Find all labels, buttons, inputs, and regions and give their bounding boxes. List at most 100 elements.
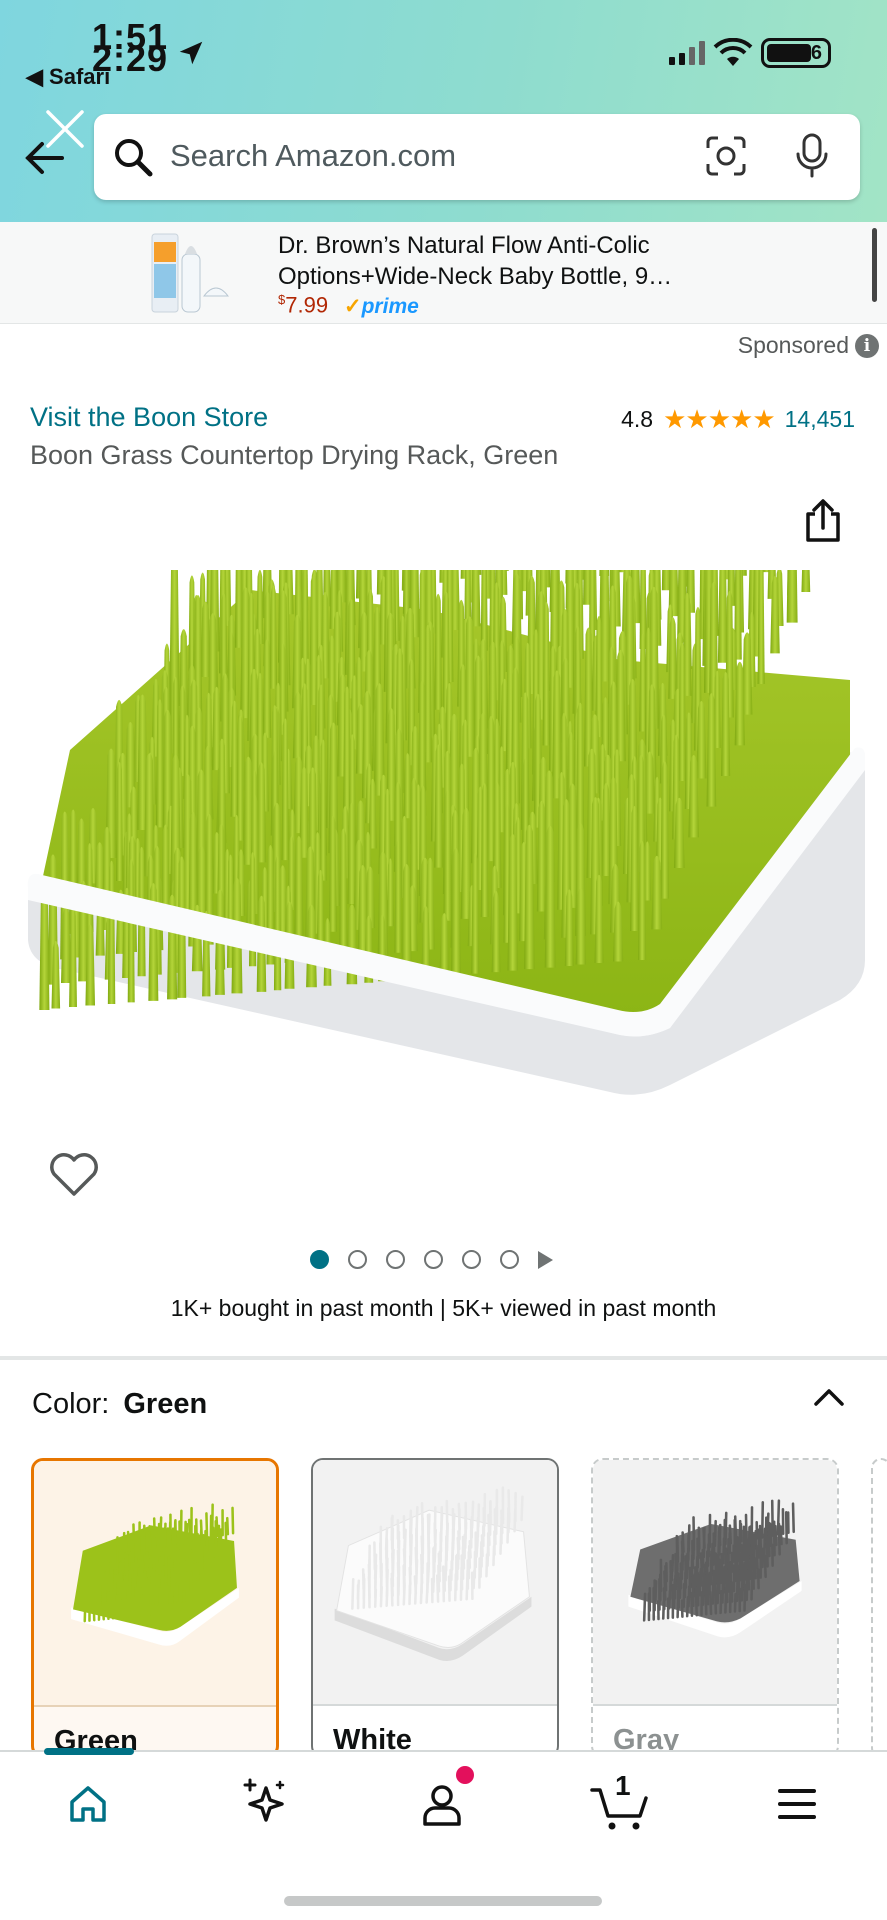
- grass-blade: [273, 855, 282, 991]
- banner-product-title[interactable]: Dr. Brown’s Natural Flow Anti-Colic Opti…: [278, 230, 718, 292]
- swatch-blade: [709, 1590, 713, 1616]
- swatch-blade: [506, 1506, 510, 1544]
- swatch-blade: [735, 1564, 740, 1603]
- search-input[interactable]: Search Amazon.com: [170, 138, 456, 174]
- rating-summary[interactable]: 4.8 ★★★★★ 14,451: [621, 404, 855, 435]
- swatch-blade: [492, 1545, 496, 1567]
- swatch-blade: [690, 1591, 694, 1617]
- swatch-image: [593, 1460, 837, 1706]
- swatch-blade: [134, 1586, 139, 1618]
- camera-lens-icon[interactable]: [704, 134, 748, 178]
- swatch-blade: [727, 1562, 731, 1593]
- swatch-image: [313, 1460, 557, 1706]
- carousel-dot[interactable]: [462, 1250, 481, 1269]
- wifi-icon: [713, 38, 753, 66]
- carousel-dot[interactable]: [500, 1250, 519, 1269]
- color-swatch-green[interactable]: Green: [31, 1458, 279, 1758]
- swatch-image: [34, 1461, 276, 1707]
- store-link[interactable]: Visit the Boon Store: [30, 402, 268, 433]
- swatch-blade: [183, 1520, 187, 1553]
- home-icon[interactable]: [66, 1782, 110, 1826]
- grass-blade: [107, 860, 116, 1004]
- swatch-blade: [164, 1547, 168, 1585]
- active-tab-indicator: [44, 1748, 134, 1755]
- grass-blade: [786, 570, 798, 623]
- swatch-blade: [111, 1588, 116, 1620]
- color-swatch-gray[interactable]: Gray: [591, 1458, 839, 1758]
- color-swatch-white[interactable]: White: [311, 1458, 559, 1758]
- carousel-dot[interactable]: [424, 1250, 443, 1269]
- menu-icon[interactable]: [776, 1786, 818, 1822]
- bottom-nav-bar: 1: [0, 1748, 887, 1920]
- grass-blade: [443, 790, 452, 921]
- search-bar[interactable]: Search Amazon.com: [94, 114, 860, 200]
- swatch-blade: [83, 1588, 87, 1623]
- swatch-blade: [472, 1569, 476, 1590]
- review-count[interactable]: 14,451: [785, 406, 855, 433]
- swatch-blade: [207, 1539, 212, 1559]
- baby-bottle-thumbnail: [151, 233, 230, 313]
- swatch-blade: [459, 1566, 463, 1601]
- account-icon[interactable]: [420, 1782, 464, 1828]
- sponsored-label[interactable]: Sponsored i: [738, 332, 879, 359]
- grass-blade: [507, 834, 518, 971]
- wishlist-heart-icon[interactable]: [48, 1150, 100, 1198]
- grass-blade: [451, 848, 461, 976]
- carousel-dot[interactable]: [348, 1250, 367, 1269]
- swatch-blade: [698, 1570, 702, 1597]
- swatch-blade: [173, 1585, 177, 1614]
- swatch-blade: [158, 1587, 162, 1615]
- carousel-dot[interactable]: [386, 1250, 405, 1269]
- battery-level: 6: [810, 42, 822, 64]
- ai-sparkle-icon[interactable]: [240, 1776, 290, 1826]
- swatch-blade: [187, 1556, 191, 1592]
- swatch-blade: [161, 1569, 166, 1595]
- swatch-blade: [126, 1589, 130, 1619]
- swatch-blade: [705, 1569, 710, 1606]
- grass-blade: [480, 783, 489, 918]
- video-play-icon[interactable]: [538, 1250, 553, 1269]
- swatch-blade: [118, 1570, 123, 1600]
- swatch-blade: [721, 1567, 725, 1604]
- swatch-blade: [385, 1586, 389, 1608]
- grass-blade: [319, 739, 327, 881]
- swatch-blade: [719, 1590, 723, 1615]
- swatch-blade: [763, 1554, 767, 1579]
- color-swatch-more[interactable]: [871, 1458, 887, 1758]
- star-rating-icon: ★★★★★: [663, 404, 776, 434]
- swatch-blade: [719, 1562, 723, 1585]
- sponsored-product-banner[interactable]: Dr. Brown’s Natural Flow Anti-Colic Opti…: [0, 222, 887, 324]
- swatch-blade: [192, 1563, 196, 1591]
- cellular-signal-icon: [669, 41, 705, 65]
- share-icon[interactable]: [800, 498, 846, 544]
- swatch-blade: [485, 1553, 489, 1578]
- swatch-blade: [685, 1596, 690, 1618]
- microphone-icon[interactable]: [794, 132, 830, 180]
- swatch-blade: [402, 1584, 406, 1606]
- chevron-up-icon[interactable]: [812, 1384, 846, 1410]
- swatch-blade: [733, 1592, 737, 1613]
- color-selector-label: Color: Green: [32, 1388, 208, 1420]
- swatch-blade: [453, 1572, 458, 1602]
- carousel-dot[interactable]: [310, 1250, 329, 1269]
- cart-count-badge: 1: [615, 1770, 631, 1801]
- image-carousel-dots[interactable]: [310, 1250, 553, 1269]
- swatch-blade: [148, 1594, 153, 1616]
- grass-blade: [480, 570, 488, 651]
- swatch-blade: [97, 1599, 101, 1621]
- info-icon[interactable]: i: [855, 333, 879, 358]
- product-image[interactable]: [20, 570, 865, 1115]
- swatch-blade: [164, 1582, 168, 1615]
- swatch-blade: [747, 1525, 751, 1561]
- app-header: 1:51 2:29 ◀ Safari 6 Search Amazon.com: [0, 0, 887, 222]
- back-to-safari-link[interactable]: ◀ Safari: [26, 64, 110, 90]
- swatch-blade: [136, 1576, 140, 1608]
- swatch-blade: [722, 1537, 726, 1565]
- close-icon[interactable]: [44, 108, 86, 150]
- grass-blade: [757, 570, 765, 684]
- swatch-blade: [441, 1565, 446, 1603]
- swatch-blade: [210, 1534, 215, 1568]
- swatch-blade: [194, 1546, 198, 1581]
- grass-blade: [470, 570, 481, 627]
- swatch-blade: [711, 1569, 715, 1605]
